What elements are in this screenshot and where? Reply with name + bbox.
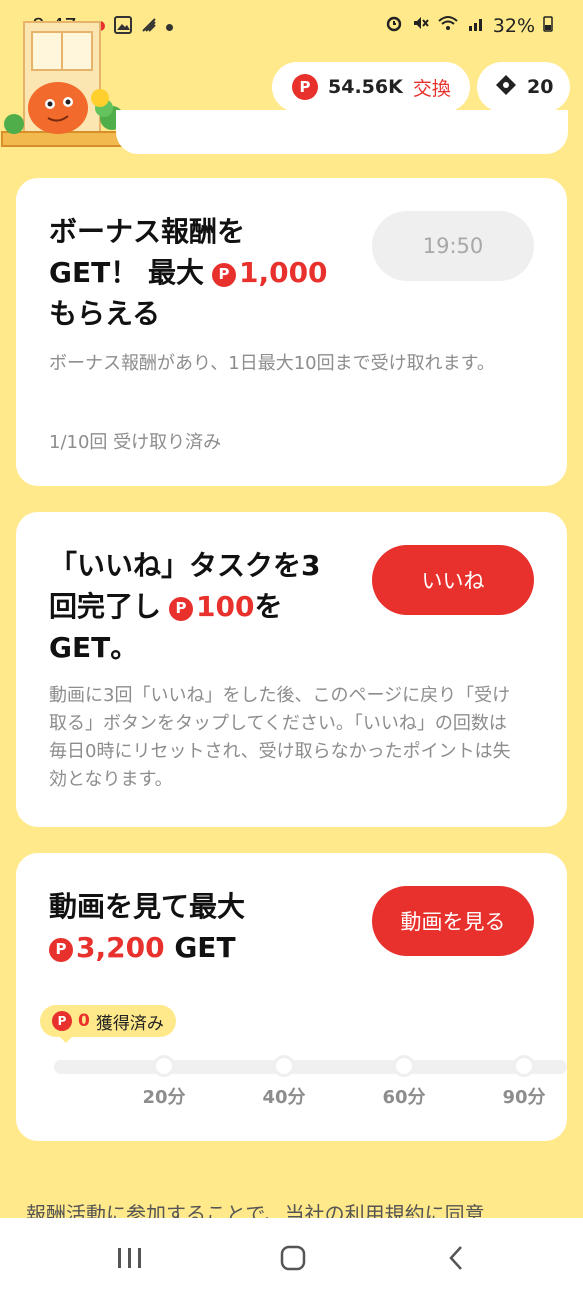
back-icon[interactable] [436, 1238, 476, 1278]
bonus-title-line3: もらえる [49, 297, 161, 330]
bonus-title-line2: GET！ 最大 P 1,000 [49, 252, 328, 293]
points-coin-icon: P [211, 262, 236, 287]
battery-text: 32% [492, 14, 535, 37]
milestone-marker [153, 1055, 175, 1077]
exchange-link[interactable]: 交換 [413, 74, 451, 101]
bonus-amount: 1,000 [238, 256, 328, 289]
watch-video-card: 動画を見て最大 P 3,200 GET 動画を見る P 0 獲得済み 20分 40… [16, 853, 567, 1141]
watch-video-button[interactable]: 動画を見る [372, 886, 534, 956]
points-coin-icon: P [52, 1011, 72, 1031]
watch-amount: 3,200 [76, 931, 165, 964]
system-status: 32% [385, 14, 553, 37]
bonus-title-prefix: GET！ 最大 [49, 256, 204, 289]
milestone-label: 90分 [502, 1087, 546, 1108]
like-title-prefix: 回完了し [49, 590, 162, 623]
watch-title-suffix: GET [174, 931, 236, 964]
bonus-progress-text: 1/10回 受け取り済み [49, 432, 222, 453]
milestone-label: 40分 [262, 1087, 306, 1108]
bonus-description: ボーナス報酬があり、1日最大10回まで受け取れます。 [49, 353, 495, 374]
alarm-icon [385, 14, 403, 37]
milestone-marker [513, 1055, 535, 1077]
points-coin-icon: P [292, 74, 318, 100]
cell-signal-icon [467, 14, 485, 37]
points-coin-icon: P [49, 937, 73, 962]
bonus-reward-card: ボーナス報酬を GET！ 最大 P 1,000 もらえる 19:50 ボーナス報酬が… [16, 178, 567, 486]
watch-title: 動画を見て最大 P 3,200 GET [49, 886, 245, 968]
mute-icon [411, 14, 429, 37]
home-icon[interactable] [273, 1238, 313, 1278]
like-title-line3: GET。 [49, 631, 139, 664]
signal-app-icon [140, 16, 158, 38]
like-button[interactable]: いいね [372, 545, 534, 615]
like-amount: 100 [196, 590, 255, 623]
milestone-label: 60分 [382, 1087, 426, 1108]
ticket-icon [495, 74, 517, 101]
system-nav-bar [0, 1218, 583, 1296]
milestone-label: 20分 [142, 1087, 186, 1108]
more-notifications-dot [166, 23, 173, 31]
tickets-value: 20 [527, 76, 554, 98]
tickets-pill[interactable]: 20 [477, 62, 570, 112]
earned-label: 獲得済み [95, 1013, 164, 1034]
wifi-icon [437, 14, 459, 37]
earned-value: 0 [78, 1011, 90, 1031]
bonus-title: ボーナス報酬を GET！ 最大 P 1,000 もらえる [49, 211, 328, 334]
like-title-line2: 回完了し P 100を [49, 586, 320, 627]
like-task-description: 動画に3回「いいね」をした後、このページに戻り「受け取る」ボタンをタップしてくだ… [49, 685, 511, 790]
battery-icon [543, 14, 553, 37]
recent-apps-icon[interactable] [110, 1238, 150, 1278]
like-task-card: 「いいね」タスクを3 回完了し P 100を GET。 いいね 動画に3回「いいね」… [16, 512, 567, 827]
watch-progress-track [54, 1060, 567, 1074]
bonus-countdown-button[interactable]: 19:50 [372, 211, 534, 281]
like-title-suffix: を [254, 590, 283, 623]
points-value: 54.56K [328, 76, 403, 98]
bonus-title-line1: ボーナス報酬を [49, 215, 246, 248]
points-coin-icon: P [169, 596, 194, 621]
like-task-title: 「いいね」タスクを3 回完了し P 100を GET。 [49, 545, 320, 668]
top-card-bottom-edge [116, 110, 568, 154]
milestone-marker [393, 1055, 415, 1077]
watch-title-line2: P 3,200 GET [49, 927, 245, 968]
points-balance-pill[interactable]: P 54.56K 交換 [272, 62, 470, 112]
like-title-line1: 「いいね」タスクを3 [49, 549, 321, 582]
mascot-character-icon [0, 20, 132, 158]
watch-title-line1: 動画を見て最大 [49, 890, 246, 923]
earned-points-badge: P 0 獲得済み [40, 1005, 176, 1037]
milestone-marker [273, 1055, 295, 1077]
badge-pointer [58, 1035, 74, 1043]
